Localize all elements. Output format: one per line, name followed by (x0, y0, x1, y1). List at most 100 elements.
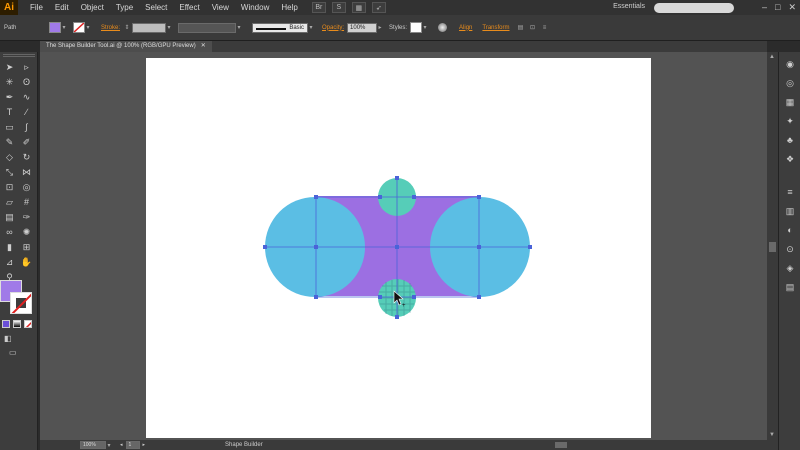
pencil-icon[interactable]: ✎ (3, 137, 16, 148)
artboard-number-field[interactable]: 1 (125, 441, 140, 449)
appearance-icon[interactable]: ⊙ (784, 243, 796, 255)
search-input[interactable] (654, 3, 734, 13)
type-icon[interactable]: T (3, 107, 16, 118)
stroke-icon[interactable]: ≡ (784, 186, 796, 198)
free-transform-icon[interactable]: ⊡ (3, 182, 16, 193)
control-menu-icon[interactable]: ≡ (542, 23, 548, 32)
mesh-icon[interactable]: # (20, 197, 33, 208)
gpu-rocket-icon[interactable]: ➶ (371, 2, 386, 13)
gradient-icon[interactable]: ▤ (3, 212, 16, 223)
minimize-button[interactable]: – (762, 2, 767, 13)
stroke-weight-stepper[interactable]: ⇕ (124, 23, 130, 32)
perspective-icon[interactable]: ▱ (3, 197, 16, 208)
menu-view[interactable]: View (212, 3, 229, 12)
stock-button[interactable]: S (331, 2, 346, 13)
document-tab[interactable]: The Shape Builder Tool.ai @ 100% (RGB/GP… (40, 41, 212, 52)
stroke-weight-field[interactable] (132, 22, 167, 33)
opacity-link[interactable]: Opacity: (322, 25, 344, 31)
canvas-area[interactable]: + (40, 52, 767, 440)
width-icon[interactable]: ⋈ (20, 167, 33, 178)
variable-width-profile[interactable] (178, 22, 237, 33)
fill-swatch[interactable] (49, 22, 61, 33)
eyedropper-icon[interactable]: ✑ (20, 212, 33, 223)
close-tab-icon[interactable]: ✕ (201, 41, 206, 52)
lasso-icon[interactable]: ʘ (20, 77, 33, 88)
isolate-icon[interactable]: ⊡ (530, 23, 536, 32)
artboards-icon[interactable]: ▤ (784, 281, 796, 293)
layers-icon[interactable]: ◈ (784, 262, 796, 274)
screen-mode-icon[interactable]: ▭ (9, 348, 17, 357)
toolbar-grip[interactable] (3, 54, 35, 57)
rectangle-icon[interactable]: ▭ (3, 122, 16, 133)
stroke-panel-link[interactable]: Stroke: (101, 25, 120, 31)
artwork[interactable]: + (146, 58, 651, 438)
eraser-icon[interactable]: ◇ (3, 152, 16, 163)
blend-icon[interactable]: ∞ (3, 227, 16, 238)
close-window-button[interactable]: ✕ (788, 2, 796, 13)
scroll-down-icon[interactable]: ▼ (769, 432, 775, 438)
menu-file[interactable]: File (30, 3, 43, 12)
none-mode-button[interactable] (24, 320, 32, 328)
menu-edit[interactable]: Edit (55, 3, 69, 12)
magic-wand-icon[interactable]: ✳ (3, 77, 16, 88)
scroll-up-icon[interactable]: ▲ (769, 54, 775, 60)
swatches-icon[interactable]: ▦ (784, 96, 796, 108)
pen-icon[interactable]: ✒ (3, 92, 16, 103)
menu-select[interactable]: Select (145, 3, 167, 12)
next-artboard-icon[interactable]: ▸ (143, 442, 146, 448)
curvature-icon[interactable]: ∿ (20, 92, 33, 103)
zoom-dropdown-icon[interactable]: ▾ (106, 441, 112, 450)
profile-dropdown-icon[interactable]: ▾ (236, 23, 242, 32)
workspace-switcher[interactable]: Essentials (613, 3, 645, 10)
prev-artboard-icon[interactable]: ◂ (120, 442, 123, 448)
line-icon[interactable]: ∕ (20, 107, 33, 118)
zoom-field[interactable]: 100% (80, 441, 106, 449)
menu-effect[interactable]: Effect (179, 3, 199, 12)
scale-icon[interactable]: ⤡ (3, 167, 16, 178)
recolor-artwork-icon[interactable] (438, 23, 448, 32)
brushes-icon[interactable]: ✦ (784, 115, 796, 127)
rotate-icon[interactable]: ↻ (20, 152, 33, 163)
menu-window[interactable]: Window (241, 3, 269, 12)
align-link[interactable]: Align (459, 25, 472, 31)
transparency-icon[interactable]: ◐ (784, 224, 796, 236)
graph-icon[interactable]: ▮ (3, 242, 16, 253)
shape-builder-icon[interactable]: ◎ (20, 182, 33, 193)
symbols-icon[interactable]: ♣ (784, 134, 796, 146)
maximize-button[interactable]: □ (775, 2, 780, 13)
menu-help[interactable]: Help (281, 3, 297, 12)
shape-options-icon[interactable]: ▤ (518, 23, 524, 32)
horizontal-scroll-thumb[interactable] (555, 442, 567, 448)
brush-definition[interactable]: Basic (252, 22, 309, 33)
gradient-panel-icon[interactable]: ▥ (784, 205, 796, 217)
slice-icon[interactable]: ⊿ (3, 257, 16, 268)
fill-dropdown-icon[interactable]: ▾ (61, 23, 67, 32)
stroke-color-box[interactable] (10, 292, 32, 314)
menu-type[interactable]: Type (116, 3, 133, 12)
draw-mode-icon[interactable]: ◧ (4, 334, 12, 343)
paintbrush-icon[interactable]: ∫ (20, 122, 33, 133)
graphic-styles-icon[interactable]: ❖ (784, 153, 796, 165)
color-panel-icon[interactable]: ◉ (784, 58, 796, 70)
stroke-swatch[interactable] (73, 22, 85, 33)
styles-dropdown-icon[interactable]: ▾ (422, 23, 428, 32)
vertical-scroll-thumb[interactable] (769, 242, 776, 252)
brush-dropdown-icon[interactable]: ▾ (308, 23, 314, 32)
symbol-sprayer-icon[interactable]: ✺ (20, 227, 33, 238)
vertical-scrollbar[interactable]: ▲ ▼ (767, 52, 778, 440)
opacity-dropdown-icon[interactable]: ▸ (377, 23, 383, 32)
hand-icon[interactable]: ✋ (20, 257, 33, 268)
stroke-dropdown-icon[interactable]: ▾ (85, 23, 91, 32)
opacity-field[interactable]: 100% (347, 22, 378, 33)
graphic-style-swatch[interactable] (410, 22, 423, 33)
menu-object[interactable]: Object (81, 3, 104, 12)
color-guide-icon[interactable]: ◎ (784, 77, 796, 89)
arrange-documents-icon[interactable]: ▦ (351, 2, 366, 13)
artboard-icon[interactable]: ⊞ (20, 242, 33, 253)
color-mode-button[interactable] (2, 320, 10, 328)
direct-selection-icon[interactable]: ▹ (20, 62, 33, 73)
bridge-button[interactable]: Br (311, 2, 326, 13)
selection-icon[interactable]: ➤ (3, 62, 16, 73)
gradient-mode-button[interactable] (13, 320, 21, 328)
artboard[interactable]: + (146, 58, 651, 438)
